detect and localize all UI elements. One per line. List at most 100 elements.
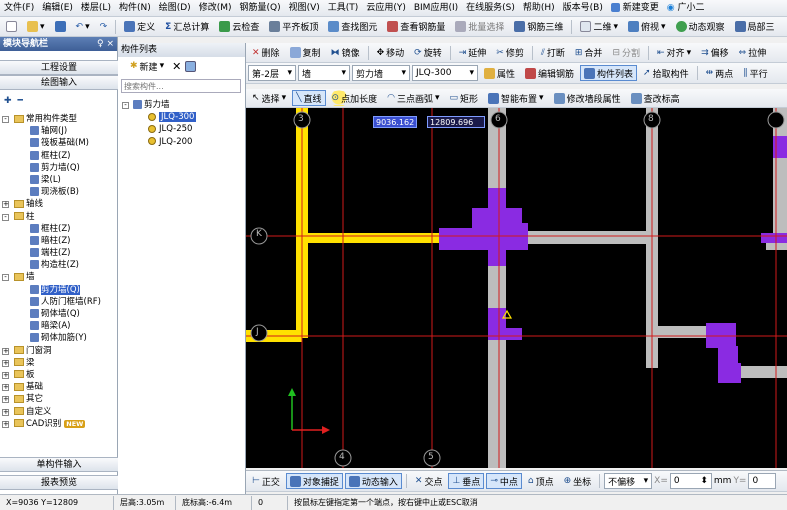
tree-item[interactable]: 框柱(Z) xyxy=(0,223,118,235)
tree-item[interactable]: 现浇板(B) xyxy=(0,186,118,198)
tree-item[interactable]: 剪力墙(Q) xyxy=(0,284,118,296)
y-offset-input[interactable]: 0 xyxy=(748,473,777,489)
extend-button[interactable]: ⇥ 延伸 xyxy=(455,45,491,61)
menu-rebar-qty[interactable]: 钢筋量(Q) xyxy=(235,0,284,16)
break-button[interactable]: ⫽ 打断 xyxy=(537,45,569,61)
pin-close-icon[interactable]: ♀ × xyxy=(97,37,117,51)
new-component-button[interactable]: ✱ 新建 ▾ xyxy=(126,58,168,74)
menu-edit[interactable]: 编辑(E) xyxy=(38,0,77,16)
line-tool-button[interactable]: ╲ 直线 xyxy=(292,90,326,106)
component-list-item[interactable]: JLQ-300 xyxy=(120,111,242,123)
align-slab-top-button[interactable]: 平齐板顶 xyxy=(265,19,322,35)
menu-tools[interactable]: 工具(T) xyxy=(324,0,363,16)
coordinate-snap-button[interactable]: ⊕ 坐标 xyxy=(560,473,596,489)
menu-view[interactable]: 视图(V) xyxy=(285,0,324,16)
undo-button[interactable]: ↶ ▾ xyxy=(72,19,94,35)
new-file-button[interactable] xyxy=(2,19,21,35)
component-group-shear-wall[interactable]: - 剪力墙 xyxy=(120,99,242,111)
dynamic-input-button[interactable]: 动态输入 xyxy=(344,473,402,489)
tree-folder[interactable]: + CAD识别 NEW xyxy=(0,418,118,430)
tree-folder[interactable]: + 基础 xyxy=(0,381,118,393)
redo-button[interactable]: ↷ xyxy=(96,19,112,35)
tree-item[interactable]: 构造柱(Z) xyxy=(0,259,118,271)
menu-file[interactable]: 文件(F) xyxy=(0,0,38,16)
type-select[interactable]: 墙 ▾ xyxy=(298,65,350,81)
menu-cloud[interactable]: 云应用(Y) xyxy=(362,0,410,16)
report-preview-button[interactable]: 报表预览 xyxy=(0,475,118,490)
expand-icon[interactable]: + xyxy=(2,359,9,367)
save-button[interactable] xyxy=(51,19,70,35)
tree-folder[interactable]: + 梁 xyxy=(0,357,118,369)
component-list-item[interactable]: JLQ-250 xyxy=(120,123,242,135)
component-list-button[interactable]: 构件列表 xyxy=(580,65,638,81)
project-settings-button[interactable]: 工程设置 xyxy=(0,60,118,75)
floor-select[interactable]: 第-2层 ▾ xyxy=(248,65,296,81)
batch-select-button[interactable]: 批量选择 xyxy=(451,19,508,35)
cloud-check-button[interactable]: 云检查 xyxy=(215,19,263,35)
open-button[interactable]: ▾ xyxy=(23,19,49,35)
modify-wall-segment-button[interactable]: 修改墙段属性 xyxy=(550,90,625,106)
delete-icon[interactable]: ✕ xyxy=(172,60,181,73)
menu-online[interactable]: 在线服务(S) xyxy=(462,0,519,16)
menu-component[interactable]: 构件(N) xyxy=(115,0,155,16)
menu-version[interactable]: 版本号(B) xyxy=(559,0,607,16)
vertex-snap-button[interactable]: ⌂ 顶点 xyxy=(524,473,558,489)
perpendicular-snap-button[interactable]: ⊥ 垂点 xyxy=(448,473,485,489)
partial-3d-button[interactable]: 局部三 xyxy=(731,19,779,35)
tree-item[interactable]: 暗梁(A) xyxy=(0,320,118,332)
offset-mode-select[interactable]: 不偏移 ▾ xyxy=(604,473,653,489)
collapse-icon[interactable]: - xyxy=(2,274,9,282)
rotate-button[interactable]: ⟳ 旋转 xyxy=(410,45,446,61)
x-offset-input[interactable]: 0 ⬍ xyxy=(669,473,712,489)
view-rebar-qty-button[interactable]: 查看钢筋量 xyxy=(383,19,449,35)
collapse-all-icon[interactable]: ━ xyxy=(18,96,23,106)
tree-item[interactable]: 端柱(Z) xyxy=(0,247,118,259)
define-button[interactable]: 定义 xyxy=(120,19,159,35)
menu-draw[interactable]: 绘图(D) xyxy=(155,0,195,16)
merge-button[interactable]: ⊞ 合并 xyxy=(571,45,607,61)
three-point-arc-button[interactable]: ◠ 三点画弧 ▾ xyxy=(383,90,443,106)
delete-button[interactable]: ✕ 删除 xyxy=(248,45,284,61)
tree-folder[interactable]: + 板 xyxy=(0,369,118,381)
tree-item[interactable]: 暗柱(Z) xyxy=(0,235,118,247)
menu-bim[interactable]: BIM应用(I) xyxy=(410,0,462,16)
expand-icon[interactable]: + xyxy=(2,201,9,209)
select-tool-button[interactable]: ↖ 选择 ▾ xyxy=(248,90,290,106)
trim-button[interactable]: ✂ 修剪 xyxy=(492,45,528,61)
coord-y-input[interactable]: 12809.696 xyxy=(427,116,485,128)
orbit-button[interactable]: 动态观察 xyxy=(672,19,729,35)
tree-folder[interactable]: -柱 xyxy=(0,211,118,223)
component-select[interactable]: JLQ-300 ▾ xyxy=(412,65,478,81)
copy-component-icon[interactable] xyxy=(185,60,197,72)
menu-new-change[interactable]: 新建变更 xyxy=(607,0,663,16)
midpoint-snap-button[interactable]: ⊸ 中点 xyxy=(486,473,522,489)
summary-calc-button[interactable]: Σ 汇总计算 xyxy=(161,19,213,35)
component-list-item[interactable]: JLQ-200 xyxy=(120,136,242,148)
offset-button[interactable]: ⇉ 偏移 xyxy=(697,45,733,61)
two-point-button[interactable]: ⇹ 两点 xyxy=(702,65,738,81)
ortho-button[interactable]: ⊢ 正交 xyxy=(248,473,284,489)
expand-icon[interactable]: + xyxy=(2,396,9,404)
collapse-icon[interactable]: - xyxy=(2,213,9,221)
expand-icon[interactable]: + xyxy=(2,347,9,355)
tree-folder[interactable]: -墙 xyxy=(0,271,118,283)
align-button[interactable]: ⇤ 对齐 ▾ xyxy=(653,45,695,61)
properties-button[interactable]: 属性 xyxy=(480,65,519,81)
tree-item[interactable]: 梁(L) xyxy=(0,174,118,186)
expand-icon[interactable]: + xyxy=(2,384,9,392)
top-view-button[interactable]: 俯视 ▾ xyxy=(624,19,670,35)
tree-folder[interactable]: + 其它 xyxy=(0,393,118,405)
expand-all-icon[interactable]: ✚ xyxy=(4,96,12,106)
tree-item[interactable]: 人防门框墙(RF) xyxy=(0,296,118,308)
edit-rebar-button[interactable]: 编辑钢筋 xyxy=(521,65,578,81)
mirror-button[interactable]: ⧓ 镜像 xyxy=(327,45,364,61)
find-element-button[interactable]: 查找图元 xyxy=(324,19,381,35)
stretch-button[interactable]: ⇔ 拉伸 xyxy=(735,45,771,61)
tree-folder[interactable]: + 轴线 xyxy=(0,198,118,210)
move-button[interactable]: ✥ 移动 xyxy=(373,45,409,61)
tree-item[interactable]: 筏板基础(M) xyxy=(0,137,118,149)
menu-modify[interactable]: 修改(M) xyxy=(195,0,236,16)
menu-guangxiaoer[interactable]: ◉ 广小二 xyxy=(663,0,709,16)
2d-button[interactable]: 二维 ▾ xyxy=(576,19,622,35)
collapse-icon[interactable]: - xyxy=(2,116,9,123)
